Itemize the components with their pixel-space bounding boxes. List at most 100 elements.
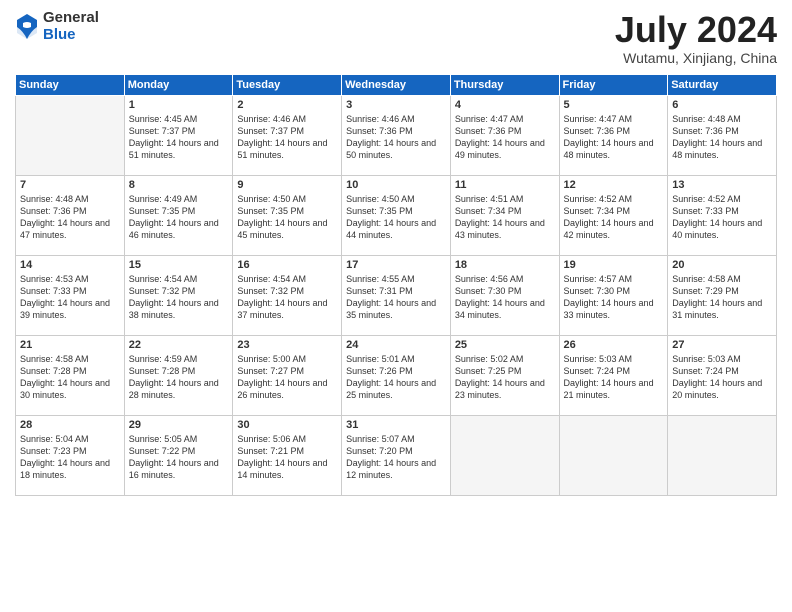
day-number: 23: [237, 339, 337, 351]
table-row: 12 Sunrise: 4:52 AMSunset: 7:34 PMDaylig…: [559, 175, 668, 255]
header-saturday: Saturday: [668, 74, 777, 95]
day-number: 22: [129, 339, 229, 351]
table-row: 29 Sunrise: 5:05 AMSunset: 7:22 PMDaylig…: [124, 415, 233, 495]
table-row: 14 Sunrise: 4:53 AMSunset: 7:33 PMDaylig…: [16, 255, 125, 335]
cell-info: Sunrise: 5:07 AMSunset: 7:20 PMDaylight:…: [346, 434, 436, 480]
cell-info: Sunrise: 4:59 AMSunset: 7:28 PMDaylight:…: [129, 354, 219, 400]
cell-info: Sunrise: 4:53 AMSunset: 7:33 PMDaylight:…: [20, 274, 110, 320]
title-block: July 2024 Wutamu, Xinjiang, China: [615, 10, 777, 66]
table-row: [450, 415, 559, 495]
cell-info: Sunrise: 4:58 AMSunset: 7:28 PMDaylight:…: [20, 354, 110, 400]
calendar-week-row: 1 Sunrise: 4:45 AMSunset: 7:37 PMDayligh…: [16, 95, 777, 175]
day-number: 25: [455, 339, 555, 351]
header-tuesday: Tuesday: [233, 74, 342, 95]
logo-text: General Blue: [43, 10, 99, 43]
day-number: 3: [346, 99, 446, 111]
day-number: 9: [237, 179, 337, 191]
table-row: 30 Sunrise: 5:06 AMSunset: 7:21 PMDaylig…: [233, 415, 342, 495]
page: General Blue July 2024 Wutamu, Xinjiang,…: [0, 0, 792, 612]
table-row: [16, 95, 125, 175]
day-number: 18: [455, 259, 555, 271]
header-wednesday: Wednesday: [342, 74, 451, 95]
cell-info: Sunrise: 5:06 AMSunset: 7:21 PMDaylight:…: [237, 434, 327, 480]
day-number: 27: [672, 339, 772, 351]
cell-info: Sunrise: 5:01 AMSunset: 7:26 PMDaylight:…: [346, 354, 436, 400]
day-number: 15: [129, 259, 229, 271]
table-row: 20 Sunrise: 4:58 AMSunset: 7:29 PMDaylig…: [668, 255, 777, 335]
header: General Blue July 2024 Wutamu, Xinjiang,…: [15, 10, 777, 66]
day-number: 30: [237, 419, 337, 431]
calendar-week-row: 7 Sunrise: 4:48 AMSunset: 7:36 PMDayligh…: [16, 175, 777, 255]
table-row: 8 Sunrise: 4:49 AMSunset: 7:35 PMDayligh…: [124, 175, 233, 255]
table-row: 5 Sunrise: 4:47 AMSunset: 7:36 PMDayligh…: [559, 95, 668, 175]
cell-info: Sunrise: 4:54 AMSunset: 7:32 PMDaylight:…: [129, 274, 219, 320]
logo: General Blue: [15, 10, 99, 43]
day-number: 7: [20, 179, 120, 191]
day-number: 4: [455, 99, 555, 111]
table-row: 13 Sunrise: 4:52 AMSunset: 7:33 PMDaylig…: [668, 175, 777, 255]
day-number: 24: [346, 339, 446, 351]
day-number: 5: [564, 99, 664, 111]
logo-icon: [15, 13, 39, 41]
table-row: 26 Sunrise: 5:03 AMSunset: 7:24 PMDaylig…: [559, 335, 668, 415]
cell-info: Sunrise: 5:02 AMSunset: 7:25 PMDaylight:…: [455, 354, 545, 400]
cell-info: Sunrise: 4:48 AMSunset: 7:36 PMDaylight:…: [672, 114, 762, 160]
cell-info: Sunrise: 4:52 AMSunset: 7:34 PMDaylight:…: [564, 194, 654, 240]
calendar-table: Sunday Monday Tuesday Wednesday Thursday…: [15, 74, 777, 496]
day-number: 19: [564, 259, 664, 271]
table-row: 23 Sunrise: 5:00 AMSunset: 7:27 PMDaylig…: [233, 335, 342, 415]
table-row: 19 Sunrise: 4:57 AMSunset: 7:30 PMDaylig…: [559, 255, 668, 335]
day-number: 2: [237, 99, 337, 111]
cell-info: Sunrise: 5:04 AMSunset: 7:23 PMDaylight:…: [20, 434, 110, 480]
logo-general-text: General: [43, 10, 99, 27]
table-row: 28 Sunrise: 5:04 AMSunset: 7:23 PMDaylig…: [16, 415, 125, 495]
table-row: 15 Sunrise: 4:54 AMSunset: 7:32 PMDaylig…: [124, 255, 233, 335]
day-number: 26: [564, 339, 664, 351]
day-number: 12: [564, 179, 664, 191]
day-number: 20: [672, 259, 772, 271]
cell-info: Sunrise: 4:49 AMSunset: 7:35 PMDaylight:…: [129, 194, 219, 240]
table-row: 1 Sunrise: 4:45 AMSunset: 7:37 PMDayligh…: [124, 95, 233, 175]
cell-info: Sunrise: 4:46 AMSunset: 7:36 PMDaylight:…: [346, 114, 436, 160]
day-number: 29: [129, 419, 229, 431]
day-number: 1: [129, 99, 229, 111]
table-row: 10 Sunrise: 4:50 AMSunset: 7:35 PMDaylig…: [342, 175, 451, 255]
day-number: 8: [129, 179, 229, 191]
location: Wutamu, Xinjiang, China: [615, 50, 777, 66]
day-number: 13: [672, 179, 772, 191]
day-number: 16: [237, 259, 337, 271]
table-row: 24 Sunrise: 5:01 AMSunset: 7:26 PMDaylig…: [342, 335, 451, 415]
cell-info: Sunrise: 4:54 AMSunset: 7:32 PMDaylight:…: [237, 274, 327, 320]
cell-info: Sunrise: 4:45 AMSunset: 7:37 PMDaylight:…: [129, 114, 219, 160]
header-sunday: Sunday: [16, 74, 125, 95]
cell-info: Sunrise: 4:50 AMSunset: 7:35 PMDaylight:…: [346, 194, 436, 240]
cell-info: Sunrise: 4:46 AMSunset: 7:37 PMDaylight:…: [237, 114, 327, 160]
table-row: 21 Sunrise: 4:58 AMSunset: 7:28 PMDaylig…: [16, 335, 125, 415]
weekday-header-row: Sunday Monday Tuesday Wednesday Thursday…: [16, 74, 777, 95]
table-row: [559, 415, 668, 495]
table-row: 3 Sunrise: 4:46 AMSunset: 7:36 PMDayligh…: [342, 95, 451, 175]
cell-info: Sunrise: 4:48 AMSunset: 7:36 PMDaylight:…: [20, 194, 110, 240]
table-row: 2 Sunrise: 4:46 AMSunset: 7:37 PMDayligh…: [233, 95, 342, 175]
cell-info: Sunrise: 5:03 AMSunset: 7:24 PMDaylight:…: [564, 354, 654, 400]
day-number: 11: [455, 179, 555, 191]
logo-blue-text: Blue: [43, 27, 99, 44]
cell-info: Sunrise: 4:52 AMSunset: 7:33 PMDaylight:…: [672, 194, 762, 240]
day-number: 14: [20, 259, 120, 271]
table-row: 6 Sunrise: 4:48 AMSunset: 7:36 PMDayligh…: [668, 95, 777, 175]
table-row: 4 Sunrise: 4:47 AMSunset: 7:36 PMDayligh…: [450, 95, 559, 175]
table-row: 7 Sunrise: 4:48 AMSunset: 7:36 PMDayligh…: [16, 175, 125, 255]
cell-info: Sunrise: 4:47 AMSunset: 7:36 PMDaylight:…: [564, 114, 654, 160]
calendar-week-row: 28 Sunrise: 5:04 AMSunset: 7:23 PMDaylig…: [16, 415, 777, 495]
cell-info: Sunrise: 4:56 AMSunset: 7:30 PMDaylight:…: [455, 274, 545, 320]
table-row: 16 Sunrise: 4:54 AMSunset: 7:32 PMDaylig…: [233, 255, 342, 335]
day-number: 10: [346, 179, 446, 191]
table-row: 18 Sunrise: 4:56 AMSunset: 7:30 PMDaylig…: [450, 255, 559, 335]
table-row: 27 Sunrise: 5:03 AMSunset: 7:24 PMDaylig…: [668, 335, 777, 415]
calendar-week-row: 21 Sunrise: 4:58 AMSunset: 7:28 PMDaylig…: [16, 335, 777, 415]
calendar-week-row: 14 Sunrise: 4:53 AMSunset: 7:33 PMDaylig…: [16, 255, 777, 335]
month-title: July 2024: [615, 10, 777, 50]
cell-info: Sunrise: 4:47 AMSunset: 7:36 PMDaylight:…: [455, 114, 545, 160]
cell-info: Sunrise: 4:51 AMSunset: 7:34 PMDaylight:…: [455, 194, 545, 240]
table-row: [668, 415, 777, 495]
